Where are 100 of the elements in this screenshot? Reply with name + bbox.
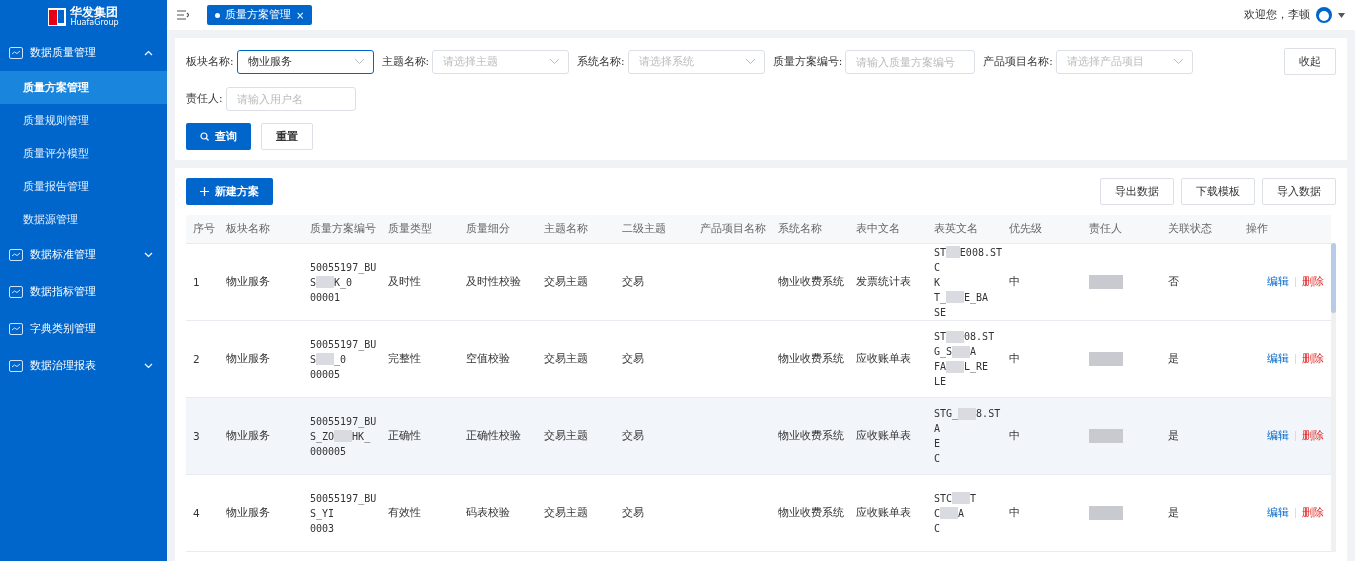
input-field[interactable]: 请输入用户名	[225, 87, 356, 111]
table-name-fragment: C	[934, 521, 941, 536]
plan-code-fragment: 50055197_BU	[310, 414, 377, 429]
edit-link[interactable]: 编辑	[1267, 352, 1289, 366]
logo-icon	[48, 8, 67, 26]
table-cell-text: 交易	[622, 352, 645, 366]
column-header: 质量细分	[466, 222, 511, 236]
table-name-fragment: K	[934, 275, 941, 290]
redaction-block	[316, 276, 335, 288]
page-tab[interactable]: 质量方案管理 ×	[207, 5, 313, 25]
collapse-button[interactable]: 收起	[1284, 48, 1336, 75]
table-cell-text: 物业收费系统	[778, 429, 845, 443]
table-cell-text: 2	[193, 353, 201, 365]
table-cell-text: 中	[1009, 506, 1021, 520]
edit-link[interactable]: 编辑	[1267, 429, 1289, 443]
table-name-fragment: FA	[934, 360, 947, 374]
table-cell-text: 物业收费系统	[778, 506, 845, 520]
redaction-block	[334, 430, 353, 442]
edit-link[interactable]: 编辑	[1267, 506, 1289, 520]
toolbar-button[interactable]: 导入数据	[1262, 178, 1336, 205]
table-name-fragment: 8.ST	[976, 407, 1001, 421]
table-cell-text: 否	[1168, 275, 1180, 289]
sidebar-item[interactable]: 质量方案管理	[0, 71, 167, 104]
column-header: 表英文名	[934, 222, 979, 236]
sidebar-item[interactable]: 质量规则管理	[0, 104, 167, 137]
redaction-block	[316, 353, 335, 365]
table-cell-text: 中	[1009, 275, 1021, 289]
column-header: 板块名称	[226, 222, 271, 236]
chevron-down-icon	[1172, 58, 1184, 65]
table-name-fragment: A	[958, 506, 965, 521]
toolbar-button[interactable]: 导出数据	[1100, 178, 1174, 205]
welcome-text: 欢迎您，李顿	[1244, 8, 1310, 22]
plan-code-fragment: K_0	[334, 275, 353, 290]
redaction-block	[958, 407, 977, 420]
toolbar-button[interactable]: 下载模板	[1181, 178, 1255, 205]
sidebar-group[interactable]: 数据质量管理	[0, 34, 167, 71]
column-header: 操作	[1246, 222, 1269, 236]
redaction-block	[946, 291, 965, 303]
sidebar-group[interactable]: 数据治理报表	[0, 347, 167, 384]
sidebar-group[interactable]: 数据指标管理	[0, 273, 167, 310]
table-cell-text: 发票统计表	[856, 275, 912, 289]
select-field[interactable]: 物业服务	[236, 49, 374, 74]
delete-link[interactable]: 删除	[1302, 275, 1324, 289]
plan-code-fragment: 50055197_BU	[310, 260, 377, 275]
redaction-block	[952, 345, 971, 358]
column-header: 表中文名	[856, 222, 901, 236]
delete-link[interactable]: 删除	[1302, 352, 1324, 366]
reset-button[interactable]: 重置	[261, 123, 313, 150]
column-header: 优先级	[1009, 222, 1043, 236]
new-plan-button[interactable]: 新建方案	[186, 178, 273, 205]
menu-icon[interactable]	[177, 10, 189, 20]
chart-monitor-icon	[9, 46, 23, 59]
table-cell-text: 应收账单表	[856, 429, 912, 443]
sidebar-item[interactable]: 质量评分模型	[0, 137, 167, 170]
column-header: 质量方案编号	[310, 222, 377, 236]
plan-code-fragment: 00005	[310, 367, 341, 382]
chevron-down-icon	[549, 58, 561, 65]
avatar-icon[interactable]	[1316, 7, 1332, 23]
table-cell-text: 完整性	[388, 352, 422, 366]
plus-icon	[200, 187, 209, 196]
table-name-fragment: T_	[934, 290, 947, 305]
table-cell-text: 正确性	[388, 429, 422, 443]
table-cell-text: 交易主题	[544, 429, 589, 443]
sidebar-group[interactable]: 数据标准管理	[0, 236, 167, 273]
table-row[interactable]: 3 物业服务 50055197_BU S_ZO HK_ 000005 正确性 正确性校验 交易主题 交易 物业收费系统 应收账单表 STG_ 8.ST A E C 中 是 编辑 删除	[186, 398, 1331, 475]
search-icon	[200, 132, 209, 141]
plan-code-fragment: S	[310, 352, 317, 367]
logo-name: 华发集团	[70, 6, 119, 19]
search-button[interactable]: 查询	[186, 123, 251, 150]
plan-code-fragment: S	[310, 275, 317, 290]
scrollbar[interactable]	[1331, 243, 1336, 552]
table-cell-text: 空值校验	[466, 352, 511, 366]
delete-link[interactable]: 删除	[1302, 429, 1324, 443]
plan-code-fragment: 000005	[310, 444, 347, 459]
table-row[interactable]: 4 物业服务 50055197_BU S_YI 0003 有效性 码表校验 交易主题 交易 物业收费系统 应收账单表 STC T C A C 中 是 编辑 删除	[186, 475, 1331, 552]
redaction-block	[946, 246, 960, 258]
table-cell-text: 是	[1168, 352, 1180, 366]
plan-code-fragment: HK_	[352, 429, 371, 444]
delete-link[interactable]: 删除	[1302, 506, 1324, 520]
table-name-fragment: LE	[934, 375, 947, 389]
plan-code-fragment: 50055197_BU	[310, 337, 377, 352]
table-cell-text: 及时性	[388, 275, 422, 289]
table-row[interactable]: 1 物业服务 50055197_BU S K_0 00001 及时性 及时性校验 交易主题 交易 物业收费系统 发票统计表 ST E008.ST C K T_ E_BA SE 中 否 编辑 删除	[186, 244, 1331, 321]
sidebar-group[interactable]: 字典类别管理	[0, 310, 167, 347]
close-icon[interactable]: ×	[296, 9, 305, 21]
plan-code-fragment: S_ZO	[310, 429, 335, 444]
redaction-block	[1089, 506, 1123, 520]
table-cell-text: 物业服务	[226, 506, 271, 520]
filter-label: 质量方案编号:	[772, 54, 843, 69]
caret-up-icon	[144, 49, 153, 56]
table-name-fragment: L_RE	[964, 360, 989, 374]
sidebar-item[interactable]: 数据源管理	[0, 203, 167, 236]
filter-label: 系统名称:	[577, 54, 625, 69]
plan-code-fragment: 00001	[310, 290, 341, 305]
caret-down-icon	[144, 362, 153, 369]
sidebar-item[interactable]: 质量报告管理	[0, 170, 167, 203]
table-cell-text: 应收账单表	[856, 352, 912, 366]
redaction-block	[1089, 429, 1123, 443]
caret-down-icon[interactable]	[1338, 12, 1345, 18]
edit-link[interactable]: 编辑	[1267, 275, 1289, 289]
